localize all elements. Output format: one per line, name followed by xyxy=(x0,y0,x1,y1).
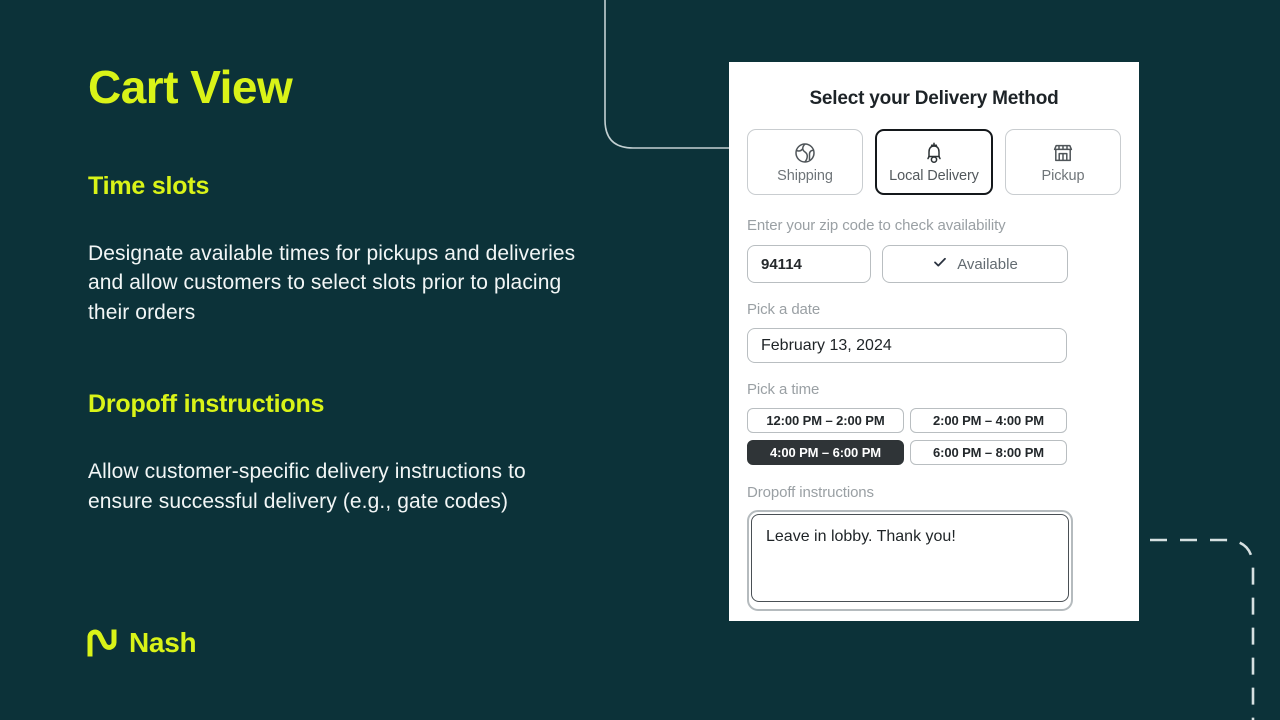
time-slot-option[interactable]: 2:00 PM – 4:00 PM xyxy=(910,408,1067,433)
page-title: Cart View xyxy=(88,61,293,113)
dropoff-instructions-input[interactable] xyxy=(751,514,1069,602)
nash-logo-icon xyxy=(87,629,117,657)
date-section: Pick a date February 13, 2024 xyxy=(747,301,1121,363)
delivery-method-tab-pickup[interactable]: Pickup xyxy=(1005,129,1121,195)
dropoff-textarea-focus-ring xyxy=(747,510,1073,611)
dropoff-instructions-label: Dropoff instructions xyxy=(747,484,874,501)
check-icon xyxy=(932,254,948,275)
availability-label: Available xyxy=(957,255,1018,273)
delivery-method-label: Local Delivery xyxy=(889,167,979,184)
card-title: Select your Delivery Method xyxy=(809,88,1059,109)
zip-code-input[interactable]: 94114 xyxy=(747,245,871,283)
zip-code-row: 94114 Available xyxy=(747,245,1121,283)
delivery-method-tab-local-delivery[interactable]: Local Delivery xyxy=(875,129,993,195)
globe-icon xyxy=(793,141,817,165)
section-body-dropoff-instructions: Allow customer-specific delivery instruc… xyxy=(88,460,526,513)
zip-code-section: Enter your zip code to check availabilit… xyxy=(747,217,1121,283)
section-heading-dropoff-instructions: Dropoff instructions xyxy=(88,390,325,419)
delivery-method-label: Pickup xyxy=(1041,167,1085,184)
zip-code-label: Enter your zip code to check availabilit… xyxy=(747,217,1006,234)
dropoff-instructions-section: Dropoff instructions xyxy=(747,484,1121,611)
time-slot-option[interactable]: 6:00 PM – 8:00 PM xyxy=(910,440,1067,465)
time-slot-option-selected[interactable]: 4:00 PM – 6:00 PM xyxy=(747,440,904,465)
brand-logo: Nash xyxy=(86,627,197,659)
time-label: Pick a time xyxy=(747,381,820,398)
left-content-panel: Cart View Time slots Designate available… xyxy=(88,62,588,516)
section-time-slots: Time slots Designate available times for… xyxy=(88,172,588,328)
section-dropoff-instructions: Dropoff instructions Allow customer-spec… xyxy=(88,390,588,516)
section-heading-time-slots: Time slots xyxy=(88,171,210,200)
date-input[interactable]: February 13, 2024 xyxy=(747,328,1067,363)
delivery-method-label: Shipping xyxy=(777,167,833,184)
storefront-icon xyxy=(1051,141,1075,165)
time-section: Pick a time 12:00 PM – 2:00 PM 2:00 PM –… xyxy=(747,381,1121,465)
delivery-method-selector: Shipping Local Delivery Pickup xyxy=(747,129,1121,195)
date-label: Pick a date xyxy=(747,301,821,318)
availability-status[interactable]: Available xyxy=(882,245,1068,283)
brand-name: Nash xyxy=(129,627,197,658)
section-body-time-slots: Designate available times for pickups an… xyxy=(88,241,576,324)
time-slot-option[interactable]: 12:00 PM – 2:00 PM xyxy=(747,408,904,433)
time-slot-grid: 12:00 PM – 2:00 PM 2:00 PM – 4:00 PM 4:0… xyxy=(747,408,1067,465)
cart-view-card: Select your Delivery Method Shipping Loc… xyxy=(729,62,1139,621)
delivery-method-tab-shipping[interactable]: Shipping xyxy=(747,129,863,195)
scooter-icon xyxy=(922,141,946,165)
